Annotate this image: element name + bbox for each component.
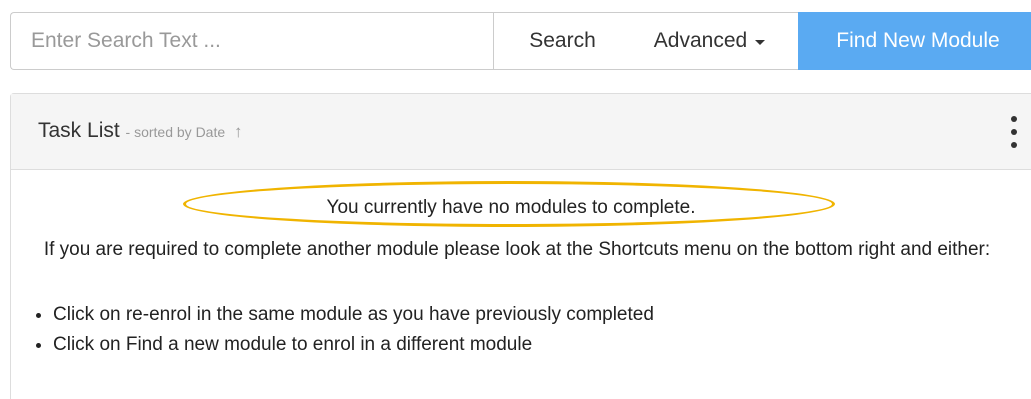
list-item: Click on re-enrol in the same module as … [53, 300, 654, 330]
find-new-module-button[interactable]: Find New Module [798, 12, 1031, 70]
search-button-label: Search [529, 29, 596, 52]
task-list-title: Task List [38, 119, 120, 142]
list-item: Click on Find a new module to enrol in a… [53, 330, 654, 360]
advanced-dropdown-button[interactable]: Advanced [621, 12, 799, 70]
search-bar: Search Advanced Find New Module [10, 10, 1031, 72]
panel-title: Task List - sorted by Date ↑ [38, 119, 243, 143]
advanced-button-label: Advanced [653, 29, 748, 52]
empty-message: You currently have no modules to complet… [326, 197, 696, 218]
more-options-icon[interactable] [1009, 116, 1019, 148]
search-button[interactable]: Search [493, 12, 632, 70]
panel-heading: Task List - sorted by Date ↑ [11, 94, 1031, 170]
sort-arrow-up-icon[interactable]: ↑ [234, 122, 243, 141]
find-new-module-label: Find New Module [836, 29, 1000, 52]
info-text: If you are required to complete another … [43, 239, 991, 260]
caret-down-icon [755, 40, 766, 45]
task-list-panel: Task List - sorted by Date ↑ You current… [10, 93, 1031, 399]
search-input[interactable] [10, 12, 493, 70]
options-list: Click on re-enrol in the same module as … [31, 300, 654, 360]
sort-description: - sorted by Date [125, 124, 226, 140]
